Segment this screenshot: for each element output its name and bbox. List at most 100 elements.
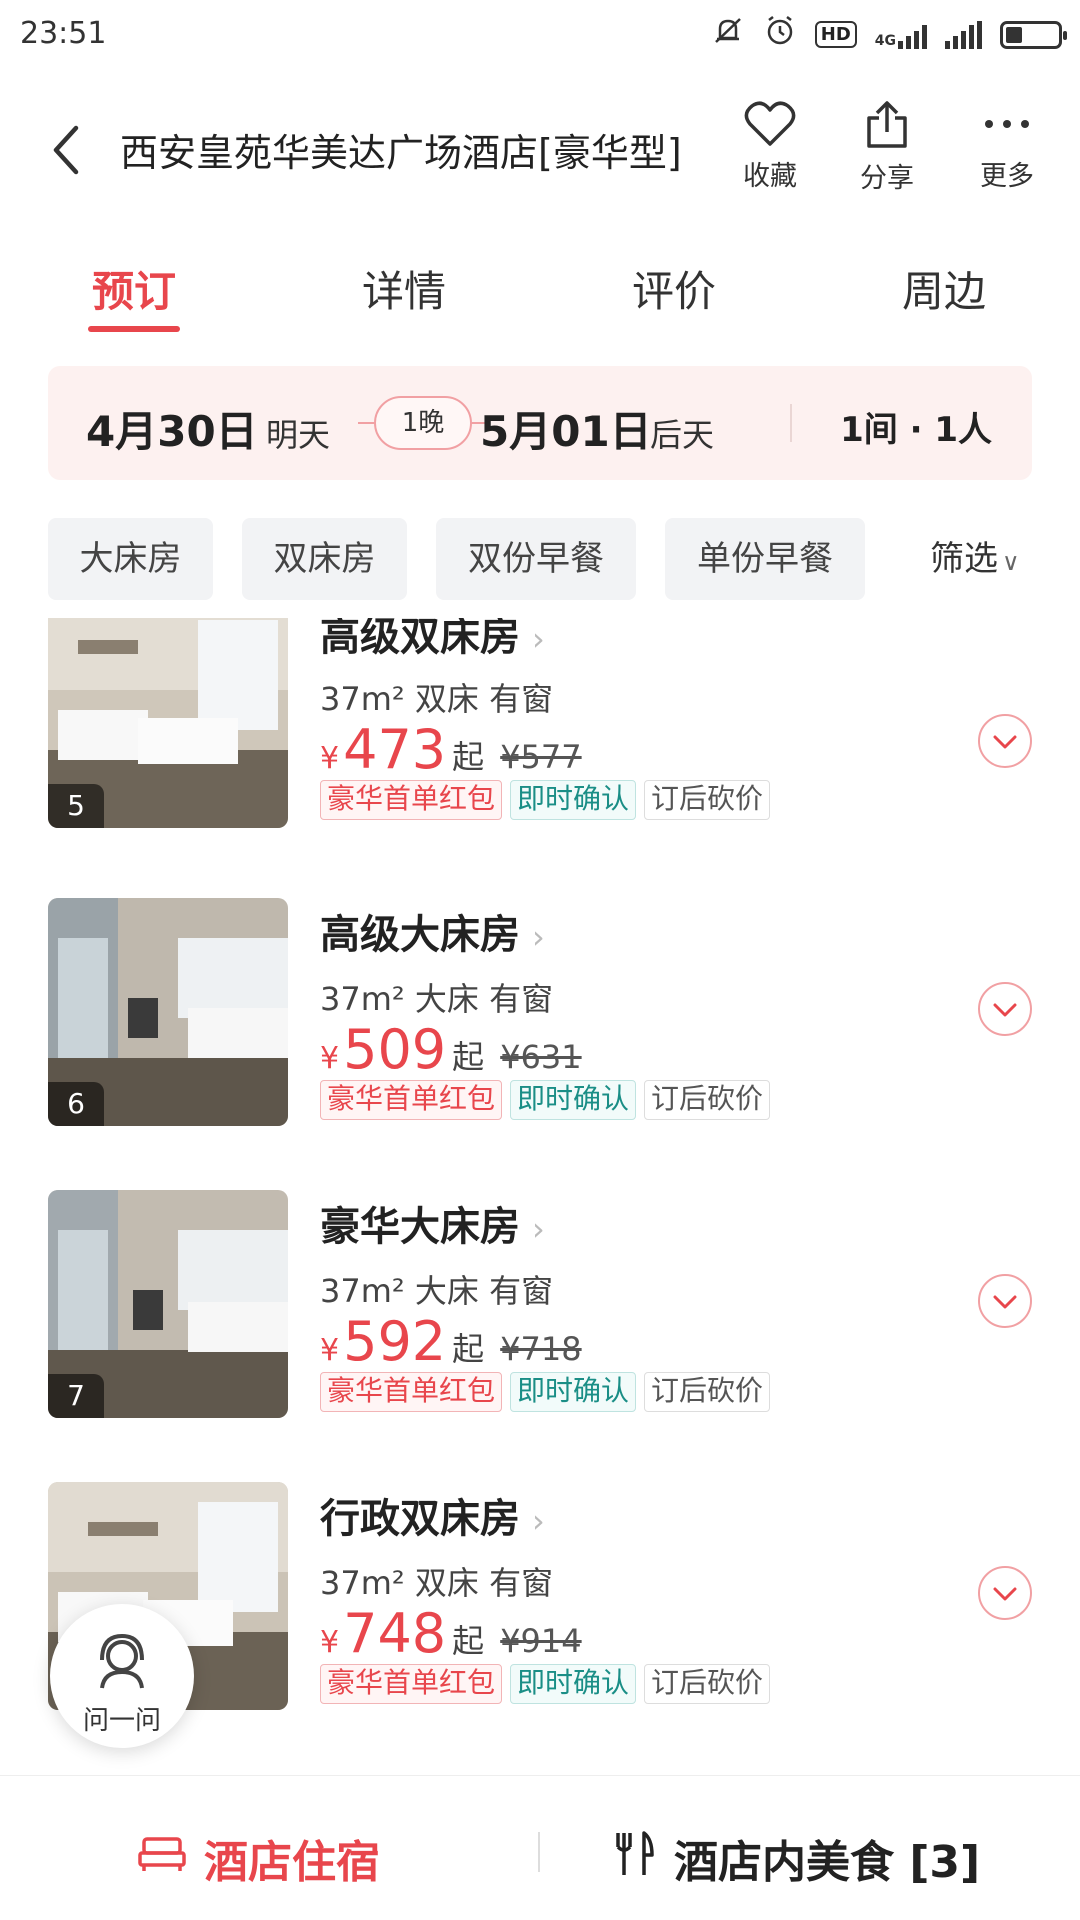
tag-instant-confirm: 即时确认 — [510, 1664, 637, 1704]
room-tags: 豪华首单红包 即时确认 订后砍价 — [320, 1372, 778, 1412]
original-price: ¥631 — [500, 1038, 582, 1076]
room-list[interactable]: 5 高级双床房 › 37m² 双床 有窗 ¥473 起 ¥577 豪华首单红包 即时确认… — [0, 618, 1080, 1773]
currency-symbol: ¥ — [320, 741, 340, 776]
status-bar: 23:51 HD 4G — [0, 0, 1080, 72]
date-selector[interactable]: 4月30日 明天 1晚 5月01日 后天 1间 · 1人 — [48, 366, 1032, 480]
expand-button[interactable] — [978, 982, 1032, 1036]
tab-details[interactable]: 详情 — [334, 258, 474, 319]
share-label: 分享 — [860, 163, 914, 194]
room-name[interactable]: 高级双床房 › — [320, 618, 545, 662]
rooms-guests[interactable]: 1间 · 1人 — [840, 402, 992, 451]
price-from: 起 — [452, 738, 485, 776]
room-info: 37m² 双床 有窗 — [320, 1564, 554, 1602]
section-tabs: 预订 详情 评价 周边 — [0, 248, 1080, 338]
expand-button[interactable] — [978, 1274, 1032, 1328]
bed-icon — [138, 1833, 186, 1884]
heart-icon — [725, 100, 815, 148]
hotel-stay-tab[interactable]: 酒店住宿 — [138, 1826, 380, 1890]
tab-reviews[interactable]: 评价 — [604, 258, 744, 319]
hotel-dining-tab[interactable]: 酒店内美食 [3] — [612, 1826, 980, 1890]
chevron-down-icon — [993, 735, 1017, 749]
photo-count: 6 — [48, 1082, 104, 1126]
room-photo[interactable]: 7 — [48, 1190, 288, 1418]
room-price: 592 — [343, 1310, 447, 1373]
room-name[interactable]: 豪华大床房 › — [320, 1194, 545, 1252]
chevron-down-icon: ∨ — [1002, 548, 1020, 576]
room-tags: 豪华首单红包 即时确认 订后砍价 — [320, 1080, 778, 1120]
checkout-day: 后天 — [650, 416, 715, 454]
room-item[interactable]: 7 豪华大床房 › 37m² 大床 有窗 ¥592 起 ¥718 豪华首单红包 即时确认… — [0, 1190, 1080, 1440]
alarm-icon — [763, 14, 797, 55]
date-divider — [790, 404, 792, 442]
room-photo[interactable]: 5 — [48, 618, 288, 828]
status-icons: HD 4G — [711, 14, 1067, 55]
status-time: 23:51 — [20, 16, 107, 51]
tag-bargain: 订后砍价 — [644, 780, 771, 820]
cellular-4g-icon: 4G — [875, 21, 927, 49]
chevron-right-icon: › — [532, 620, 545, 658]
cutlery-icon — [612, 1829, 656, 1888]
hotel-dining-label: 酒店内美食 [3] — [674, 1837, 981, 1888]
original-price: ¥718 — [500, 1330, 582, 1368]
original-price: ¥914 — [500, 1622, 582, 1660]
tag-red-packet: 豪华首单红包 — [320, 780, 503, 820]
tag-red-packet: 豪华首单红包 — [320, 1080, 503, 1120]
room-photo[interactable]: 6 — [48, 898, 288, 1126]
filter-button[interactable]: 筛选 ∨ — [930, 518, 1020, 600]
top-nav: 西安皇苑华美达广场酒店[豪华型] 收藏 分享 更多 — [0, 90, 1080, 210]
expand-button[interactable] — [978, 714, 1032, 768]
tab-nearby[interactable]: 周边 — [874, 258, 1014, 319]
filter-chip-single-breakfast[interactable]: 单份早餐 — [665, 518, 865, 600]
share-icon — [842, 100, 932, 150]
room-info: 37m² 大床 有窗 — [320, 980, 554, 1018]
chevron-right-icon: › — [532, 918, 545, 956]
filter-chip-king[interactable]: 大床房 — [48, 518, 213, 600]
price-from: 起 — [452, 1622, 485, 1660]
filter-chip-double-breakfast[interactable]: 双份早餐 — [436, 518, 636, 600]
room-item[interactable]: 5 高级双床房 › 37m² 双床 有窗 ¥473 起 ¥577 豪华首单红包 即时确认… — [0, 618, 1080, 840]
chevron-right-icon: › — [532, 1210, 545, 1248]
battery-icon — [1000, 20, 1067, 49]
tag-red-packet: 豪华首单红包 — [320, 1664, 503, 1704]
room-name[interactable]: 行政双床房 › — [320, 1486, 545, 1544]
original-price: ¥577 — [500, 738, 582, 776]
mute-icon — [711, 14, 745, 55]
room-name[interactable]: 高级大床房 › — [320, 902, 545, 960]
currency-symbol: ¥ — [320, 1041, 340, 1076]
price-row: ¥509 起 ¥631 — [320, 1018, 582, 1081]
photo-count: 5 — [48, 784, 104, 828]
checkout-date[interactable]: 5月01日 — [480, 398, 652, 459]
chevron-down-icon — [993, 1003, 1017, 1017]
hd-badge: HD — [814, 21, 857, 48]
favorite-label: 收藏 — [743, 161, 797, 192]
expand-button[interactable] — [978, 1566, 1032, 1620]
ask-floating-button[interactable]: 问一问 — [50, 1604, 194, 1748]
checkin-date[interactable]: 4月30日 — [86, 398, 258, 459]
room-info: 37m² 双床 有窗 — [320, 680, 554, 718]
more-label: 更多 — [980, 161, 1034, 192]
tag-instant-confirm: 即时确认 — [510, 1372, 637, 1412]
price-row: ¥592 起 ¥718 — [320, 1310, 582, 1373]
room-name-text: 行政双床房 — [320, 1496, 520, 1542]
room-price: 509 — [343, 1018, 447, 1081]
price-from: 起 — [452, 1038, 485, 1076]
room-item[interactable]: 6 高级大床房 › 37m² 大床 有窗 ¥509 起 ¥631 豪华首单红包 即时确认… — [0, 898, 1080, 1148]
share-button[interactable]: 分享 — [842, 100, 932, 195]
chevron-down-icon — [993, 1295, 1017, 1309]
signal-icon — [945, 20, 982, 49]
more-icon — [962, 100, 1052, 148]
more-button[interactable]: 更多 — [962, 100, 1052, 193]
photo-count: 7 — [48, 1374, 104, 1418]
currency-symbol: ¥ — [320, 1333, 340, 1368]
tab-booking[interactable]: 预订 — [64, 258, 204, 319]
customer-service-icon — [92, 1630, 152, 1696]
favorite-button[interactable]: 收藏 — [725, 100, 815, 193]
room-tags: 豪华首单红包 即时确认 订后砍价 — [320, 780, 778, 820]
back-icon[interactable] — [46, 120, 86, 180]
nights-badge: 1晚 — [374, 396, 472, 450]
tag-bargain: 订后砍价 — [644, 1664, 771, 1704]
room-name-text: 高级双床房 — [320, 618, 520, 660]
filter-chip-twin[interactable]: 双床房 — [242, 518, 407, 600]
price-row: ¥748 起 ¥914 — [320, 1602, 582, 1665]
ask-label: 问一问 — [82, 1706, 161, 1736]
